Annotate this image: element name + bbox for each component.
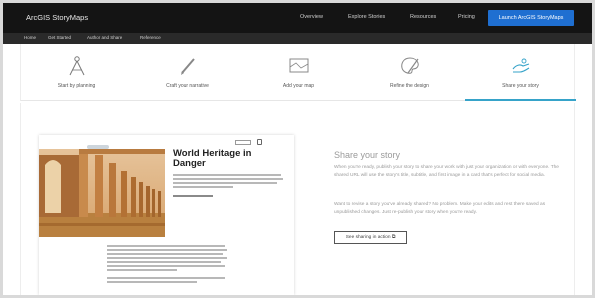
palmyra-ruins-photo bbox=[39, 149, 165, 237]
launch-storymaps-button[interactable]: Launch ArcGIS StoryMaps bbox=[488, 10, 574, 26]
content-panel: World Heritage in Danger Share your stor… bbox=[20, 103, 575, 295]
preview-body-line bbox=[107, 269, 177, 271]
preview-body-line bbox=[107, 261, 221, 263]
preview-text-line bbox=[173, 182, 277, 184]
external-link-icon: ⧉ bbox=[391, 235, 396, 240]
preview-text-line bbox=[173, 174, 281, 176]
compass-icon bbox=[69, 56, 85, 76]
map-icon bbox=[289, 58, 309, 73]
tab-refine-the-design[interactable]: Refine the design bbox=[354, 44, 465, 101]
preview-body-line bbox=[107, 245, 225, 247]
active-tab-indicator bbox=[465, 99, 576, 101]
palette-icon bbox=[401, 57, 419, 74]
subnav-reference[interactable]: Reference bbox=[140, 35, 161, 40]
preview-body-line bbox=[107, 265, 225, 267]
subnav-home[interactable]: Home bbox=[24, 35, 36, 40]
secondary-navigation-bar: Home Get Started Author and Share Refere… bbox=[3, 33, 592, 44]
pencil-icon bbox=[181, 58, 195, 75]
preview-body-line bbox=[107, 253, 223, 255]
nav-overview[interactable]: Overview bbox=[300, 14, 323, 20]
subnav-author-and-share[interactable]: Author and Share bbox=[87, 35, 122, 40]
nav-explore-stories[interactable]: Explore Stories bbox=[348, 14, 385, 20]
share-revise-description: Want to revise a story you've already sh… bbox=[334, 202, 546, 215]
tab-share-your-story[interactable]: Share your story bbox=[465, 44, 576, 101]
share-hands-icon bbox=[512, 58, 530, 73]
preview-body-line bbox=[107, 281, 197, 283]
top-navigation-bar: ArcGIS StoryMaps Overview Explore Storie… bbox=[3, 3, 592, 33]
share-description: When you're ready, publish your story to… bbox=[334, 165, 559, 178]
nav-resources[interactable]: Resources bbox=[410, 14, 436, 20]
see-sharing-label: See sharing in action bbox=[345, 235, 391, 240]
tab-label: Share your story bbox=[502, 83, 539, 89]
tab-craft-your-narrative[interactable]: Craft your narrative bbox=[132, 44, 243, 101]
tab-label: Craft your narrative bbox=[166, 83, 209, 89]
preview-body-line bbox=[107, 249, 227, 251]
nav-pricing[interactable]: Pricing bbox=[458, 14, 475, 20]
preview-byline bbox=[173, 195, 213, 197]
tab-label: Start by planning bbox=[57, 83, 96, 89]
step-tabs: Start by planning Craft your narrative A… bbox=[20, 44, 576, 101]
tab-add-your-map[interactable]: Add your map bbox=[243, 44, 354, 101]
preview-text-line bbox=[173, 178, 283, 180]
preview-body-line bbox=[107, 257, 227, 259]
story-card-preview: World Heritage in Danger bbox=[39, 135, 294, 295]
preview-tag bbox=[235, 140, 251, 145]
share-heading: Share your story bbox=[334, 150, 401, 160]
tab-label: Refine the design bbox=[390, 83, 429, 89]
subnav-get-started[interactable]: Get Started bbox=[48, 35, 71, 40]
tab-label: Add your map bbox=[282, 83, 315, 89]
browser-viewport: ArcGIS StoryMaps Overview Explore Storie… bbox=[3, 3, 592, 295]
preview-body-line bbox=[107, 277, 225, 279]
lock-icon bbox=[257, 139, 262, 145]
tab-start-by-planning[interactable]: Start by planning bbox=[21, 44, 132, 101]
brand-logo-text[interactable]: ArcGIS StoryMaps bbox=[26, 13, 88, 22]
story-preview-title: World Heritage in Danger bbox=[173, 148, 252, 169]
preview-text-line bbox=[173, 186, 233, 188]
see-sharing-in-action-button[interactable]: See sharing in action ⧉ bbox=[334, 231, 407, 244]
